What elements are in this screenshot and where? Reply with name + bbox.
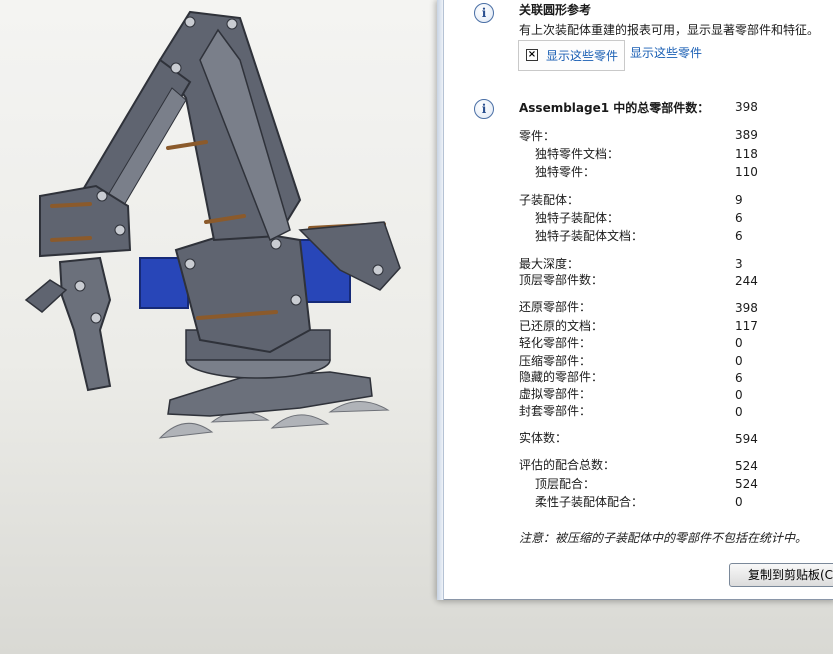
info-icon-summary: i	[474, 99, 494, 119]
copy-to-clipboard-button[interactable]: 复制到剪贴板(C)	[729, 563, 833, 587]
stat-label: 独特零件：	[535, 165, 596, 179]
stat-label: 还原零部件：	[519, 300, 592, 314]
stat-value: 117	[735, 319, 758, 333]
stat-label: 已还原的文档：	[519, 319, 604, 333]
stat-value: 0	[735, 354, 743, 368]
section-title: 关联圆形参考	[519, 3, 592, 17]
stat-value: 524	[735, 477, 758, 491]
stat-label: 零件：	[519, 129, 556, 143]
stat-value: 398	[735, 301, 758, 315]
stat-label: 轻化零部件：	[519, 336, 592, 350]
stat-value: 0	[735, 495, 743, 509]
robot-arm-model	[24, 10, 401, 439]
stat-value: 0	[735, 388, 743, 402]
stat-value: 6	[735, 229, 743, 243]
show-parts-button-label[interactable]: 显示这些零件	[546, 47, 618, 64]
stat-label: 虚拟零部件：	[519, 387, 592, 401]
assembly-statistics-dialog	[437, 0, 833, 600]
stat-label: 压缩零部件：	[519, 354, 592, 368]
dialog-frame-edge	[437, 0, 444, 600]
stat-label: 最大深度：	[519, 257, 580, 271]
stat-label: 柔性子装配体配合：	[535, 495, 644, 509]
stat-label: 独特子装配体：	[535, 211, 620, 225]
stat-value: 6	[735, 211, 743, 225]
stat-value: 594	[735, 432, 758, 446]
show-parts-link[interactable]: 显示这些零件	[630, 44, 702, 61]
stat-value: 244	[735, 274, 758, 288]
statistics-note: 注意：被压缩的子装配体中的零部件不包括在统计中。	[519, 531, 808, 545]
summary-heading-value: 398	[735, 100, 758, 114]
stat-label: 独特零件文档：	[535, 147, 620, 161]
graphics-viewport[interactable]	[0, 0, 440, 654]
stat-label: 独特子装配体文档：	[535, 229, 644, 243]
summary-heading: Assemblage1 中的总零部件数：	[519, 101, 710, 115]
stat-label: 隐藏的零部件：	[519, 370, 604, 384]
stat-label: 子装配体：	[519, 193, 580, 207]
info-icon: i	[474, 3, 494, 23]
stat-value: 0	[735, 405, 743, 419]
stat-value: 118	[735, 147, 758, 161]
stat-label: 评估的配合总数：	[519, 458, 616, 472]
stat-label: 封套零部件：	[519, 404, 592, 418]
stat-value: 110	[735, 165, 758, 179]
stat-label: 顶层零部件数：	[519, 273, 604, 287]
broken-image-icon: ×	[526, 49, 538, 61]
stat-label: 顶层配合：	[535, 477, 596, 491]
section-description: 有上次装配体重建的报表可用，显示显著零部件和特征。	[519, 23, 820, 37]
stat-value: 524	[735, 459, 758, 473]
stat-value: 6	[735, 371, 743, 385]
stat-value: 3	[735, 257, 743, 271]
stat-value: 0	[735, 336, 743, 350]
stat-label: 实体数：	[519, 431, 568, 445]
stat-value: 9	[735, 193, 743, 207]
stat-value: 389	[735, 128, 758, 142]
